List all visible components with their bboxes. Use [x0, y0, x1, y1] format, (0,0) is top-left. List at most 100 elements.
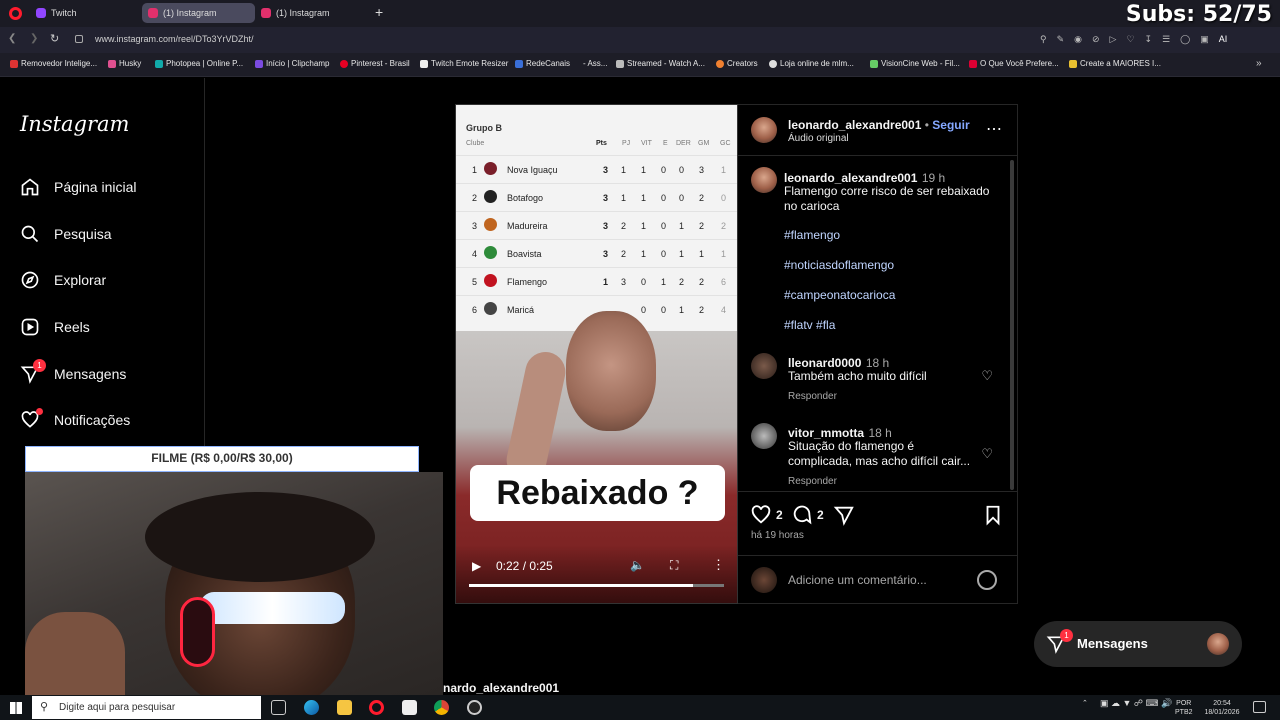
tab-twitch[interactable]: Twitch	[30, 3, 140, 23]
follow-button[interactable]: Seguir	[932, 118, 969, 132]
messages-pill[interactable]: 1 Mensagens	[1034, 621, 1242, 667]
comment-time: 18 h	[865, 356, 890, 370]
caption-avatar[interactable]	[751, 167, 777, 193]
reply-button[interactable]: Responder	[788, 476, 837, 487]
volume-icon[interactable]: 🔈	[630, 558, 645, 572]
capcut-icon[interactable]	[402, 700, 417, 715]
taskbar-search[interactable]: ⚲ Digite aqui para pesquisar	[32, 696, 261, 719]
bookmark-item[interactable]: Creators	[716, 59, 758, 68]
comments-scrollbar[interactable]	[1010, 160, 1014, 490]
post-options-icon[interactable]: ⋯	[986, 119, 1003, 139]
zoom-icon[interactable]: ⚲	[1040, 34, 1047, 46]
bookmark-item[interactable]: Twitch Emote Resizer	[420, 59, 508, 68]
bookmark-item[interactable]: Removedor Intelige...	[10, 59, 97, 68]
task-view-icon[interactable]	[271, 700, 286, 715]
tab-instagram-active[interactable]: (1) Instagram	[142, 3, 255, 23]
bookmark-item[interactable]: Create a MAIORES I...	[1069, 59, 1161, 68]
edge-icon[interactable]	[304, 700, 319, 715]
url-field[interactable]: www.instagram.com/reel/DTo3YrVDZht/	[95, 34, 254, 44]
profile-icon[interactable]: ◯	[1180, 34, 1190, 46]
site-info-icon[interactable]	[75, 35, 83, 43]
opera-logo-icon[interactable]	[9, 7, 22, 20]
comments-count: 2	[817, 508, 824, 522]
obs-icon[interactable]	[467, 700, 482, 715]
column-header: Pts	[596, 140, 607, 147]
tab-instagram[interactable]: (1) Instagram	[255, 3, 370, 23]
sidebar-item-explore[interactable]: Explorar	[20, 268, 106, 292]
download-icon[interactable]: ↧	[1145, 34, 1153, 46]
video-controls: ▶ 0:22 / 0:25 🔈 ⛶ ⋮	[456, 545, 737, 603]
bookmark-item[interactable]: Início | Clipchamp	[255, 59, 329, 68]
windows-start-icon[interactable]	[10, 702, 22, 714]
club-name: Nova Iguaçu	[507, 165, 558, 175]
like-comment-icon[interactable]: ♡	[981, 368, 993, 384]
new-tab-button[interactable]: +	[375, 4, 383, 20]
emoji-icon[interactable]	[977, 570, 997, 590]
sidebar-item-search[interactable]: Pesquisa	[20, 222, 112, 246]
bookmark-item[interactable]: - Ass...	[583, 59, 607, 68]
chrome-icon[interactable]	[434, 700, 449, 715]
reply-button[interactable]: Responder	[788, 391, 837, 402]
bookmark-item[interactable]: Pinterest - Brasil	[340, 59, 410, 68]
ai-icon[interactable]: AI	[1219, 34, 1228, 46]
sidebar-item-home[interactable]: Página inicial	[20, 175, 137, 199]
fullscreen-icon[interactable]: ⛶	[670, 558, 678, 573]
comment-username[interactable]: vitor_mmotta	[788, 426, 864, 440]
adblock-icon[interactable]: ⊘	[1092, 34, 1100, 46]
bookmark-item[interactable]: O Que Você Prefere...	[969, 59, 1059, 68]
search-icon	[21, 225, 39, 243]
heart-icon[interactable]: ♡	[1126, 34, 1134, 46]
next-post-author[interactable]: nardo_alexandre001	[443, 681, 559, 695]
instagram-icon	[148, 8, 158, 18]
author-avatar[interactable]	[751, 117, 777, 143]
bookmark-item[interactable]: Loja online de mlm...	[769, 59, 854, 68]
play-icon[interactable]: ▷	[1110, 34, 1117, 46]
explorer-icon[interactable]	[337, 700, 352, 715]
comment-input[interactable]: Adicione um comentário...	[788, 573, 927, 587]
bookmarks-more-icon[interactable]: »	[1256, 58, 1262, 69]
edit-icon[interactable]: ✎	[1057, 34, 1065, 46]
caption-username[interactable]: leonardo_alexandre001	[784, 171, 917, 185]
camera-icon[interactable]: ◉	[1074, 34, 1082, 46]
bookmark-item[interactable]: Streamed - Watch A...	[616, 59, 705, 68]
hashtag-link[interactable]: #noticiasdoflamengo	[784, 258, 894, 272]
bookmark-icon[interactable]	[982, 504, 1004, 526]
sidebar-item-reels[interactable]: Reels	[20, 315, 90, 339]
bookmark-item[interactable]: Husky	[108, 59, 141, 68]
instagram-logo[interactable]: Instagram	[20, 112, 129, 136]
back-icon[interactable]: ❮	[8, 33, 16, 44]
like-comment-icon[interactable]: ♡	[981, 446, 993, 462]
comment-username[interactable]: lleonard0000	[788, 356, 861, 370]
like-heart-icon[interactable]	[750, 504, 772, 526]
clock[interactable]: 20:54 18/01/2026	[1200, 699, 1244, 717]
hashtag-link[interactable]: #campeonatocarioca	[784, 288, 895, 302]
hashtag-link[interactable]: #flamengo	[784, 228, 840, 242]
play-icon[interactable]: ▶	[472, 559, 481, 573]
bookmark-item[interactable]: VisionCine Web - Fil...	[870, 59, 960, 68]
bookmark-item[interactable]: RedeCanais	[515, 59, 570, 68]
menu-icon[interactable]: ☰	[1162, 34, 1170, 46]
extension-icon[interactable]: ▣	[1200, 34, 1209, 46]
comment-avatar[interactable]	[751, 353, 777, 379]
cell-gm: 2	[699, 277, 705, 287]
language-indicator[interactable]: POR PTB2	[1175, 699, 1193, 717]
audio-label[interactable]: Áudio original	[788, 133, 849, 144]
opera-icon[interactable]	[369, 700, 384, 715]
video-progress-bar[interactable]	[469, 584, 724, 587]
cell-der: 1	[679, 249, 685, 259]
reload-icon[interactable]: ↻	[50, 32, 59, 45]
notification-center-icon[interactable]	[1253, 701, 1266, 713]
author-username[interactable]: leonardo_alexandre001	[788, 118, 921, 132]
more-options-icon[interactable]: ⋮	[712, 557, 725, 573]
comment-icon[interactable]	[791, 504, 813, 526]
tray-chevron-icon[interactable]: ⌃	[1082, 699, 1088, 708]
share-icon[interactable]	[833, 504, 855, 526]
tray-icons[interactable]: ▣ ☁ ▼ ☍ ⌨ 🔊	[1100, 699, 1172, 708]
comment-avatar[interactable]	[751, 423, 777, 449]
reel-video[interactable]: Grupo B Clube Pts PJ VIT E DER GM GC 1 No…	[455, 104, 738, 604]
hashtag-link[interactable]: #flatv #fla	[784, 318, 835, 332]
post-panel: leonardo_alexandre001 • Seguir Áudio ori…	[738, 104, 1018, 604]
bookmark-item[interactable]: Photopea | Online P...	[155, 59, 243, 68]
twitch-icon	[36, 8, 46, 18]
forward-icon[interactable]: ❯	[30, 33, 38, 44]
